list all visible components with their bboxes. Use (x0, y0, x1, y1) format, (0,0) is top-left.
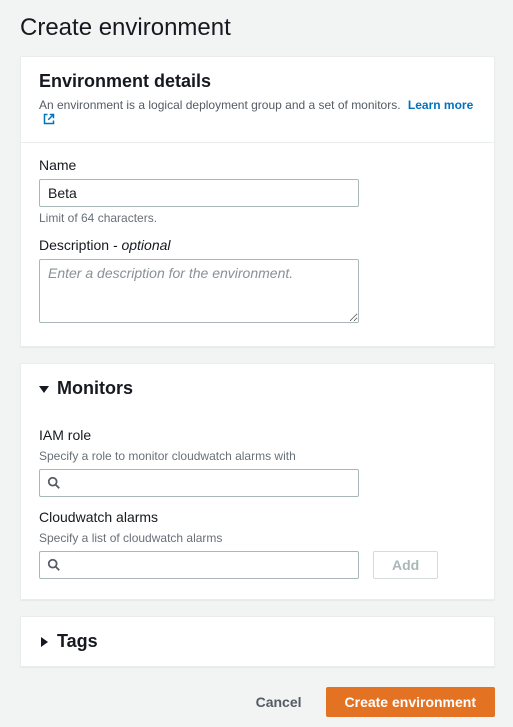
cloudwatch-alarms-hint: Specify a list of cloudwatch alarms (39, 531, 476, 545)
panel-header: Environment details An environment is a … (21, 57, 494, 143)
desc-label-text: Description (39, 237, 109, 253)
monitors-header[interactable]: Monitors (21, 364, 494, 413)
caret-right-icon (39, 634, 49, 650)
monitors-body: IAM role Specify a role to monitor cloud… (21, 413, 494, 599)
tags-heading: Tags (57, 631, 98, 652)
iam-role-hint: Specify a role to monitor cloudwatch ala… (39, 449, 476, 463)
cloudwatch-alarms-input[interactable] (39, 551, 359, 579)
environment-details-heading: Environment details (39, 71, 476, 92)
add-button[interactable]: Add (373, 551, 438, 579)
iam-role-input[interactable] (39, 469, 359, 497)
description-label: Description - optional (39, 237, 476, 253)
description-field: Description - optional (39, 237, 476, 326)
caret-down-icon (39, 381, 49, 397)
name-input[interactable] (39, 179, 359, 207)
iam-role-search-wrap (39, 469, 359, 497)
monitors-panel: Monitors IAM role Specify a role to moni… (20, 363, 495, 600)
desc-optional-text: - optional (113, 237, 171, 253)
monitors-heading: Monitors (57, 378, 133, 399)
learn-more-label: Learn more (408, 98, 473, 112)
name-label: Name (39, 157, 476, 173)
description-textarea[interactable] (39, 259, 359, 323)
alarms-row: Add (39, 551, 476, 579)
tags-panel: Tags (20, 616, 495, 667)
name-field: Name Limit of 64 characters. (39, 157, 476, 225)
cloudwatch-alarms-label: Cloudwatch alarms (39, 509, 476, 525)
page-title: Create environment (20, 14, 495, 42)
panel-subtitle: An environment is a logical deployment g… (39, 98, 476, 128)
name-hint: Limit of 64 characters. (39, 211, 476, 225)
create-environment-button[interactable]: Create environment (326, 687, 495, 717)
iam-role-field: IAM role Specify a role to monitor cloud… (39, 427, 476, 497)
tags-header[interactable]: Tags (21, 617, 494, 666)
environment-details-panel: Environment details An environment is a … (20, 56, 495, 347)
iam-role-label: IAM role (39, 427, 476, 443)
footer: Cancel Create environment (20, 683, 495, 727)
panel-body: Name Limit of 64 characters. Description… (21, 143, 494, 346)
alarms-search-wrap (39, 551, 359, 579)
external-link-icon (43, 113, 55, 128)
subtitle-text: An environment is a logical deployment g… (39, 98, 401, 112)
cancel-button[interactable]: Cancel (238, 689, 320, 715)
cloudwatch-alarms-field: Cloudwatch alarms Specify a list of clou… (39, 509, 476, 579)
